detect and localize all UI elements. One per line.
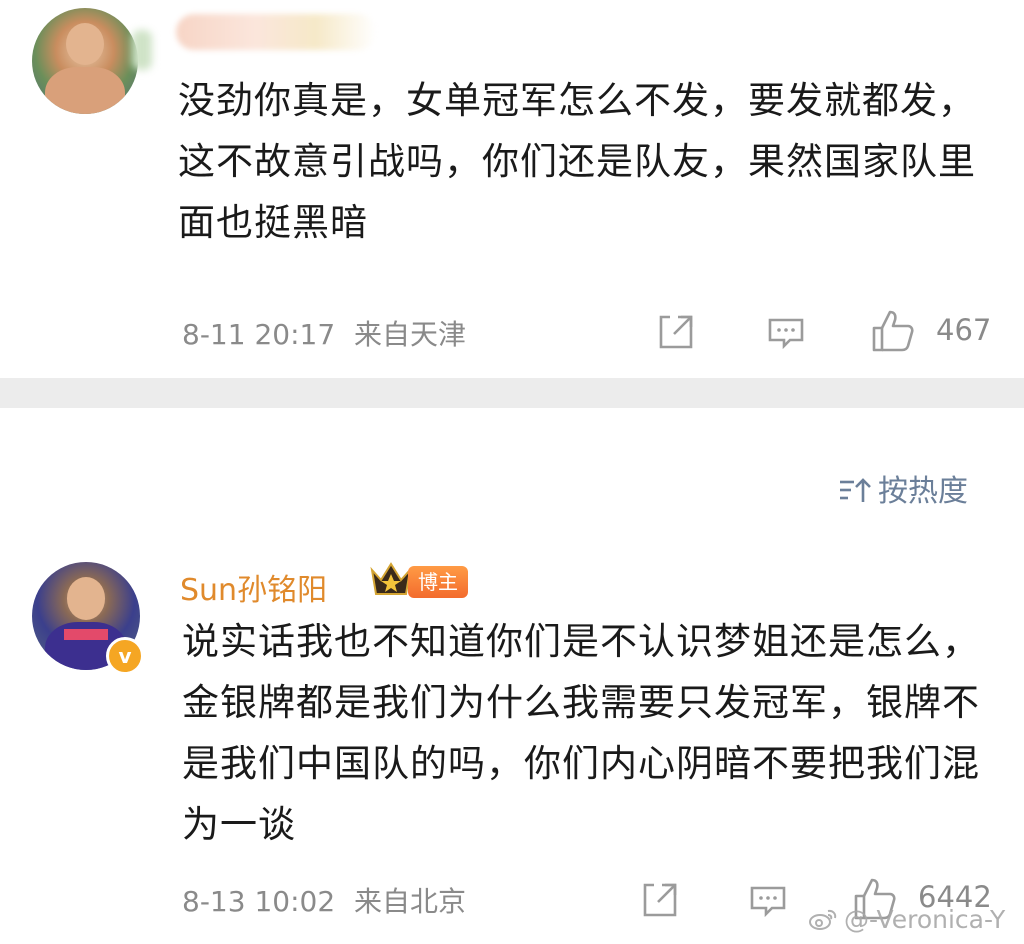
comment-icon[interactable] (766, 316, 806, 350)
sort-by-hot-button[interactable]: 按热度 (838, 466, 968, 512)
verified-badge: v (106, 637, 144, 675)
sort-label: 按热度 (878, 474, 968, 509)
sort-icon (838, 476, 872, 512)
avatar-face (65, 22, 105, 66)
comment-icon[interactable] (748, 884, 788, 918)
author-name-blurred[interactable] (176, 14, 376, 50)
weibo-icon (808, 907, 838, 937)
comment-card: 没劲你真是，女单冠军怎么不发，要发就都发，这不故意引战吗，你们还是队友，果然国家… (0, 0, 1024, 378)
avatar-face (66, 577, 106, 621)
comment-text: 没劲你真是，女单冠军怎么不发，要发就都发，这不故意引战吗，你们还是队友，果然国家… (178, 79, 976, 244)
watermark: @-Veronica-Y (808, 905, 1005, 937)
avatar-jersey-stripe (64, 628, 108, 640)
blurred-decoration (132, 30, 152, 70)
share-icon[interactable] (656, 312, 696, 352)
author-name[interactable]: Sun孙铭阳 (180, 565, 327, 609)
section-divider (0, 378, 1024, 408)
like-count: 467 (936, 313, 992, 347)
comment-meta: 8-13 10:02 来自北京 (182, 880, 476, 920)
share-icon[interactable] (640, 880, 680, 920)
watermark-text: @-Veronica-Y (844, 905, 1006, 934)
comment-timestamp: 8-13 10:02 (182, 885, 336, 918)
comment-text: 说实话我也不知道你们是不认识梦姐还是怎么，金银牌都是我们为什么我需要只发冠军，银… (182, 620, 980, 846)
avatar-body (44, 67, 126, 114)
comment-meta: 8-11 20:17 来自天津 (182, 313, 476, 353)
blogger-badge: 博主 (408, 566, 468, 598)
comment-location: 来自天津 (354, 318, 467, 351)
comment-location: 来自北京 (354, 885, 467, 918)
like-icon[interactable] (870, 308, 916, 354)
comment-timestamp: 8-11 20:17 (182, 318, 336, 351)
avatar[interactable] (32, 8, 138, 114)
